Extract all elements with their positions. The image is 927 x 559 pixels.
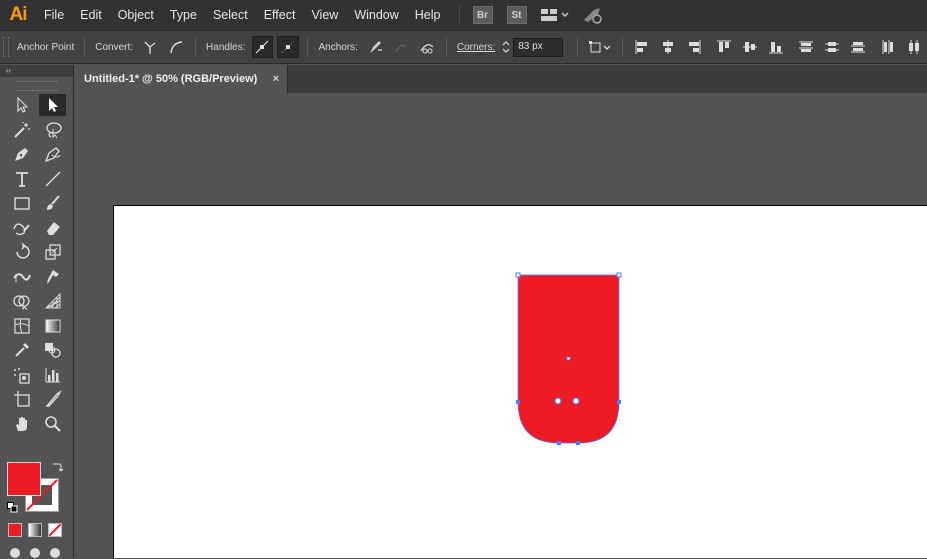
curvature-tool-icon[interactable]: [39, 143, 66, 165]
stock-button[interactable]: St: [506, 6, 527, 24]
control-bar: Anchor Point Convert: Handles: Anchors: …: [0, 30, 927, 64]
shaper-tool-icon[interactable]: [8, 217, 35, 239]
tools-panel-grip[interactable]: [16, 81, 57, 91]
corners-label[interactable]: Corners:: [453, 42, 499, 53]
remove-anchor-button[interactable]: [364, 36, 386, 58]
close-tab-icon[interactable]: ×: [273, 73, 279, 85]
gpu-performance-icon[interactable]: [582, 6, 604, 24]
artboard-tool-icon[interactable]: [8, 388, 35, 410]
eyedropper-icon[interactable]: [8, 339, 35, 361]
cut-path-button[interactable]: [416, 36, 438, 58]
bridge-button[interactable]: Br: [472, 6, 493, 24]
slice-tool-icon[interactable]: [39, 388, 66, 410]
app-logo: Ai: [9, 4, 28, 25]
menu-file[interactable]: File: [36, 0, 72, 30]
align-bottom-icon[interactable]: [765, 36, 787, 58]
corners-stepper[interactable]: [499, 38, 513, 57]
convert-to-smooth-button[interactable]: [165, 36, 187, 58]
blend-tool-icon[interactable]: [39, 339, 66, 361]
line-tool-icon[interactable]: [39, 168, 66, 190]
selection-tool-icon[interactable]: [8, 94, 35, 116]
shape-builder-icon[interactable]: [8, 290, 35, 312]
rectangle-tool-icon[interactable]: [8, 192, 35, 214]
align-left-icon[interactable]: [631, 36, 653, 58]
artboard[interactable]: [113, 205, 927, 558]
tools-panel: ‹‹: [0, 65, 74, 558]
anchors-label: Anchors:: [318, 41, 358, 53]
fill-swatch[interactable]: [7, 462, 41, 496]
tools-panel-collapse-icon[interactable]: ‹‹: [0, 65, 73, 77]
distribute-bottom-icon[interactable]: [847, 36, 869, 58]
width-tool-icon[interactable]: [8, 266, 35, 288]
menu-edit[interactable]: Edit: [72, 0, 110, 30]
document-tab[interactable]: Untitled-1* @ 50% (RGB/Preview) ×: [75, 65, 288, 93]
handles-label: Handles:: [206, 41, 246, 53]
menu-select[interactable]: Select: [205, 0, 256, 30]
menu-view[interactable]: View: [303, 0, 346, 30]
convert-label: Convert:: [95, 41, 134, 53]
color-mode-button[interactable]: [8, 523, 22, 537]
drawing-modes[interactable]: [8, 546, 62, 558]
eraser-icon[interactable]: [39, 217, 66, 239]
align-horizontal-center-icon[interactable]: [657, 36, 679, 58]
color-controls: [7, 460, 67, 513]
menu-bar: Ai File Edit Object Type Select Effect V…: [0, 0, 927, 30]
pen-tool-icon[interactable]: [8, 143, 35, 165]
menu-window[interactable]: Window: [346, 0, 406, 30]
direct-selection-tool-icon[interactable]: [39, 94, 66, 117]
scale-tool-icon[interactable]: [39, 241, 66, 263]
gradient-mode-button[interactable]: [28, 523, 42, 537]
menu-type[interactable]: Type: [162, 0, 205, 30]
magic-wand-icon[interactable]: [8, 119, 35, 141]
document-title: Untitled-1* @ 50% (RGB/Preview): [84, 73, 258, 85]
menu-object[interactable]: Object: [110, 0, 162, 30]
zoom-tool-icon[interactable]: [39, 413, 66, 435]
connect-anchors-button[interactable]: [390, 36, 412, 58]
separator: [445, 37, 447, 57]
puppet-warp-icon[interactable]: [39, 266, 66, 288]
separator: [307, 37, 309, 57]
tab-strip: [288, 65, 927, 93]
symbol-sprayer-icon[interactable]: [8, 364, 35, 386]
menu-separator: [458, 5, 460, 25]
menu-effect[interactable]: Effect: [256, 0, 304, 30]
default-fill-stroke-icon[interactable]: [7, 500, 18, 518]
separator: [577, 37, 579, 57]
perspective-grid-icon[interactable]: [39, 290, 66, 312]
hide-handles-button[interactable]: [277, 36, 300, 58]
align-right-icon[interactable]: [683, 36, 705, 58]
convert-to-corner-button[interactable]: [139, 36, 161, 58]
paintbrush-icon[interactable]: [39, 192, 66, 214]
menu-help[interactable]: Help: [407, 0, 449, 30]
rotate-tool-icon[interactable]: [8, 241, 35, 263]
separator: [622, 37, 624, 57]
distribute-left-icon[interactable]: [877, 36, 899, 58]
column-graph-icon[interactable]: [39, 364, 66, 386]
gradient-tool-icon[interactable]: [39, 315, 66, 337]
distribute-vertical-center-icon[interactable]: [821, 36, 843, 58]
align-top-icon[interactable]: [713, 36, 735, 58]
corners-input[interactable]: 83 px: [513, 37, 564, 57]
distribute-horizontal-center-icon[interactable]: [903, 36, 925, 58]
transform-options-icon[interactable]: [586, 36, 614, 58]
hand-tool-icon[interactable]: [8, 413, 35, 435]
mesh-tool-icon[interactable]: [8, 315, 35, 337]
control-bar-grip[interactable]: [3, 37, 9, 57]
align-vertical-center-icon[interactable]: [739, 36, 761, 58]
red-rounded-shape[interactable]: [114, 206, 927, 559]
separator: [195, 37, 197, 57]
distribute-top-icon[interactable]: [795, 36, 817, 58]
lasso-icon[interactable]: [39, 119, 66, 141]
arrange-documents-icon[interactable]: [540, 7, 570, 23]
type-tool-icon[interactable]: [8, 168, 35, 190]
none-mode-button[interactable]: [48, 523, 62, 537]
separator: [84, 37, 86, 57]
anchor-point-label: Anchor Point: [17, 41, 75, 53]
swap-fill-stroke-icon[interactable]: [51, 460, 64, 478]
show-handles-button[interactable]: [251, 36, 274, 58]
